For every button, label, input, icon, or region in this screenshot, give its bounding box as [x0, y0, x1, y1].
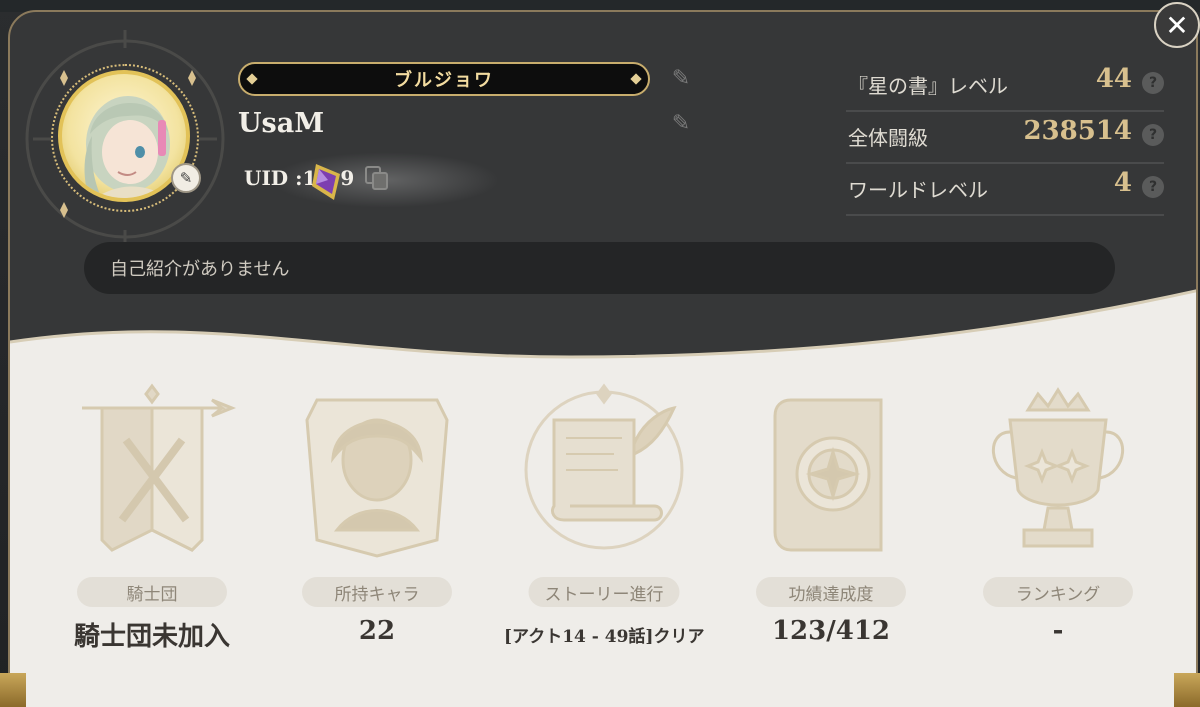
info-value: 騎士団未加入: [73, 622, 230, 652]
ranking-trophy-icon: [992, 387, 1124, 548]
info-label: ストーリー進行: [528, 577, 680, 607]
knights-banner-icon: [82, 383, 237, 552]
title-badge-text: ブルジョワ: [394, 70, 494, 91]
stat-label: 全体闘級: [848, 126, 928, 150]
info-label: 功績達成度: [756, 577, 906, 607]
self-intro-field[interactable]: 自己紹介がありません: [84, 242, 1115, 294]
avatar-edit-button[interactable]: ✎: [171, 163, 201, 193]
info-ranking[interactable]: ランキング -: [958, 380, 1158, 670]
help-icon[interactable]: ?: [1142, 72, 1164, 94]
copy-icon[interactable]: [364, 165, 390, 191]
close-button[interactable]: ✕: [1154, 2, 1200, 48]
info-value: -: [1052, 616, 1064, 646]
info-value: 22: [358, 616, 396, 646]
achievement-book-icon: [773, 398, 883, 552]
info-achievements[interactable]: 功績達成度 123/412: [731, 380, 931, 670]
title-badge[interactable]: ブルジョワ: [238, 62, 650, 96]
stat-row-book-level: 『星の書』レベル 44 ?: [846, 62, 1164, 112]
info-label: ランキング: [983, 577, 1133, 607]
stat-row-world-level: ワールドレベル 4 ?: [846, 166, 1164, 216]
info-value: 123/412: [771, 616, 891, 646]
help-icon[interactable]: ?: [1142, 124, 1164, 146]
diamond-right-icon: [630, 73, 642, 85]
stat-value: 238514: [1023, 116, 1132, 146]
character-portrait-icon: [305, 398, 449, 558]
info-characters[interactable]: 所持キャラ 22: [277, 380, 477, 670]
avatar[interactable]: [58, 70, 190, 202]
stat-label: ワールドレベル: [848, 178, 988, 202]
info-label: 騎士団: [77, 577, 227, 607]
left-corner-ornament: [0, 673, 26, 707]
help-icon[interactable]: ?: [1142, 176, 1164, 198]
story-scroll-icon: [524, 383, 684, 550]
stat-value: 44: [1095, 64, 1132, 94]
right-corner-ornament: [1174, 673, 1200, 707]
edit-title-icon[interactable]: ✎: [667, 64, 695, 92]
info-label: 所持キャラ: [302, 577, 452, 607]
info-story[interactable]: ストーリー進行 [アクト14 - 49話]クリア: [504, 380, 704, 670]
info-knights[interactable]: 騎士団 騎士団未加入: [52, 380, 252, 670]
diamond-left-icon: [246, 73, 258, 85]
stat-label: 『星の書』レベル: [848, 74, 1008, 98]
stat-value: 4: [1113, 168, 1132, 198]
info-value: [アクト14 - 49話]クリア: [504, 627, 705, 647]
stat-row-total-power: 全体闘級 238514 ?: [846, 114, 1164, 164]
gem-sticker-icon: [312, 164, 340, 200]
username: UsaM: [238, 108, 325, 139]
edit-username-icon[interactable]: ✎: [667, 109, 695, 137]
